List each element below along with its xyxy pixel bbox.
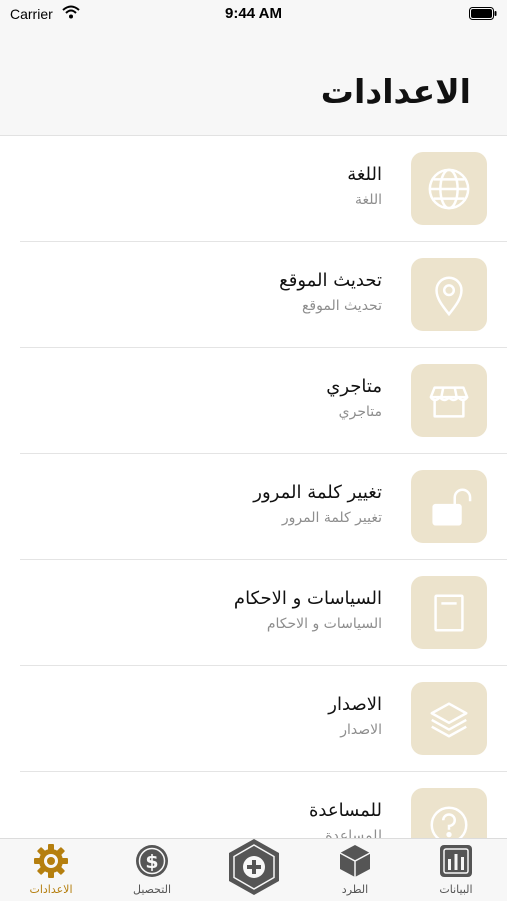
help-icon: [430, 806, 468, 838]
language-tile: [411, 152, 487, 225]
settings-item-title: الاصدار: [328, 694, 382, 715]
location-pin-icon: [435, 276, 463, 316]
settings-item-subtitle: اللغة: [354, 192, 382, 208]
tab-collection[interactable]: $ التحصيل: [112, 839, 192, 901]
settings-item-my-stores[interactable]: متاجري متاجري: [20, 348, 507, 454]
svg-text:$: $: [145, 851, 158, 873]
tab-label: البيانات: [439, 883, 473, 896]
unlock-icon: [432, 488, 472, 525]
store-tile: [411, 364, 487, 437]
settings-item-subtitle: متاجري: [338, 404, 382, 420]
clock-time: 9:44 AM: [225, 5, 282, 22]
settings-item-language[interactable]: اللغة اللغة: [20, 136, 507, 242]
version-tile: [411, 682, 487, 755]
tab-data[interactable]: البيانات: [416, 839, 496, 901]
settings-item-title: تحديث الموقع: [279, 270, 382, 291]
store-icon: [429, 385, 469, 418]
settings-list[interactable]: اللغة اللغة تحديث الموقع تحديث الموقع مت…: [0, 136, 507, 838]
status-bar: Carrier 9:44 AM: [0, 0, 507, 28]
settings-item-title: متاجري: [326, 376, 382, 397]
password-tile: [411, 470, 487, 543]
add-hexagon-icon[interactable]: [226, 837, 282, 897]
page-title: الاعدادات: [320, 72, 471, 111]
settings-item-change-password[interactable]: تغيير كلمة المرور تغيير كلمة المرور: [20, 454, 507, 560]
settings-item-version[interactable]: الاصدار الاصدار: [20, 666, 507, 772]
help-tile: [411, 788, 487, 838]
settings-item-title: السياسات و الاحكام: [233, 588, 382, 609]
settings-item-subtitle: الاصدار: [340, 722, 382, 738]
tab-package[interactable]: الطرد: [315, 839, 395, 901]
settings-gear-icon: [34, 844, 68, 878]
battery-icon: [469, 7, 497, 20]
tab-label: الطرد: [341, 883, 369, 896]
document-icon: [434, 594, 464, 631]
settings-item-title: اللغة: [347, 164, 382, 185]
tab-label: التحصيل: [132, 883, 172, 896]
settings-item-title: تغيير كلمة المرور: [253, 482, 382, 503]
layers-icon: [430, 701, 468, 737]
settings-item-subtitle: تحديث الموقع: [301, 298, 382, 314]
settings-item-update-location[interactable]: تحديث الموقع تحديث الموقع: [20, 242, 507, 348]
dollar-coin-icon: $: [136, 845, 168, 877]
tab-label: الاعدادات: [29, 883, 73, 896]
globe-icon: [428, 168, 470, 209]
bar-chart-icon: [440, 845, 472, 877]
settings-item-subtitle: تغيير كلمة المرور: [281, 510, 382, 526]
tab-settings[interactable]: الاعدادات: [11, 839, 91, 901]
settings-item-subtitle: للمساعدة: [325, 828, 382, 838]
navigation-header: الاعدادات: [0, 28, 507, 136]
location-tile: [411, 258, 487, 331]
settings-item-help[interactable]: للمساعدة للمساعدة: [20, 772, 507, 838]
tab-bar: الاعدادات $ التحصيل الطرد البيانات: [0, 838, 507, 901]
settings-item-title: للمساعدة: [308, 800, 382, 821]
settings-item-policies-terms[interactable]: السياسات و الاحكام السياسات و الاحكام: [20, 560, 507, 666]
policies-tile: [411, 576, 487, 649]
package-box-icon: [339, 845, 371, 877]
settings-item-subtitle: السياسات و الاحكام: [266, 616, 382, 632]
